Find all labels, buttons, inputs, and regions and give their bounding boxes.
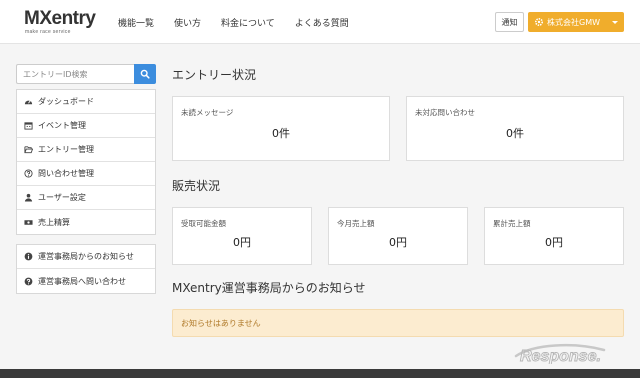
sidebar-item-label: ユーザー設定 [38, 193, 86, 202]
search-icon [140, 69, 150, 79]
logo-text: MXentry [24, 8, 96, 29]
nav-item-features[interactable]: 機能一覧 [118, 16, 154, 29]
sidebar-item-dashboard[interactable]: ダッシュボード [17, 90, 155, 114]
card-value: 0件 [272, 127, 290, 140]
entry-status-heading: エントリー状況 [172, 68, 257, 82]
gear-icon [534, 17, 544, 27]
sales-status-heading: 販売状況 [172, 179, 221, 193]
card-label: 未対応問い合わせ [415, 108, 475, 117]
response-watermark: Response. [514, 343, 606, 364]
card-value: 0円 [545, 236, 563, 249]
money-icon [24, 219, 33, 225]
question-circle-icon [24, 277, 33, 285]
sidebar-item-label: 運営事務局へ問い合わせ [38, 276, 126, 286]
logo[interactable]: MXentry make race service [24, 8, 96, 36]
company-menu-button[interactable]: 株式会社GMW [528, 12, 624, 32]
top-nav: 機能一覧 使い方 料金について よくある質問 [118, 0, 369, 44]
sidebar-item-label: 売上精算 [38, 217, 70, 227]
entry-id-search-input[interactable] [16, 64, 134, 84]
logo-tagline: make race service [25, 29, 71, 35]
card-label: 未読メッセージ [181, 108, 234, 117]
sidebar-item-label: 運営事務局からのお知らせ [38, 252, 134, 261]
card-label: 受取可能金額 [181, 219, 226, 228]
sidebar-item-label: エントリー管理 [38, 145, 94, 154]
sidebar-item-sales-settlement[interactable]: 売上精算 [17, 210, 155, 234]
nav-item-faq[interactable]: よくある質問 [295, 16, 349, 29]
question-circle-icon [24, 169, 33, 178]
footer-bar [0, 369, 640, 378]
entry-id-search [16, 64, 156, 84]
news-empty-alert: お知らせはありません [172, 309, 624, 337]
sidebar-item-label: ダッシュボード [38, 97, 94, 106]
nav-item-howto[interactable]: 使い方 [174, 16, 201, 29]
company-name-label: 株式会社GMW [547, 17, 601, 27]
sidebar-item-entries[interactable]: エントリー管理 [17, 138, 155, 162]
notification-button[interactable]: 通知 [495, 12, 524, 32]
card-label: 今月売上額 [337, 219, 375, 228]
sidebar-menu: ダッシュボード イベント管理 エントリー管理 問い合わせ管理 ユーザー設定 売上… [16, 89, 156, 235]
card-label: 累計売上額 [493, 219, 531, 228]
sidebar-item-events[interactable]: イベント管理 [17, 114, 155, 138]
user-icon [24, 193, 33, 202]
card-value: 0円 [233, 236, 251, 249]
dashboard-icon [24, 100, 33, 105]
monthly-sales-card: 今月売上額 0円 [328, 207, 468, 265]
sidebar-item-news[interactable]: 運営事務局からのお知らせ [17, 245, 155, 269]
top-header: MXentry make race service 機能一覧 使い方 料金につい… [0, 0, 640, 44]
sidebar-item-user-settings[interactable]: ユーザー設定 [17, 186, 155, 210]
nav-item-pricing[interactable]: 料金について [221, 16, 275, 29]
sidebar-item-contact-support[interactable]: 運営事務局へ問い合わせ [17, 269, 155, 293]
watermark-text: Response. [520, 348, 601, 364]
calendar-icon [24, 122, 33, 130]
sidebar-item-label: イベント管理 [38, 121, 86, 130]
info-circle-icon [24, 252, 33, 261]
sidebar-item-inquiries[interactable]: 問い合わせ管理 [17, 162, 155, 186]
news-heading: MXentry運営事務局からのお知らせ [172, 281, 366, 295]
search-button[interactable] [134, 64, 156, 84]
caret-down-icon [612, 21, 618, 24]
card-value: 0円 [389, 236, 407, 249]
open-inquiries-card: 未対応問い合わせ 0件 [406, 96, 624, 161]
receivable-amount-card: 受取可能金額 0円 [172, 207, 312, 265]
card-value: 0件 [506, 127, 524, 140]
unread-messages-card: 未読メッセージ 0件 [172, 96, 390, 161]
total-sales-card: 累計売上額 0円 [484, 207, 624, 265]
folder-open-icon [24, 146, 33, 154]
sidebar-item-label: 問い合わせ管理 [38, 169, 94, 178]
sidebar-support-menu: 運営事務局からのお知らせ 運営事務局へ問い合わせ [16, 244, 156, 294]
